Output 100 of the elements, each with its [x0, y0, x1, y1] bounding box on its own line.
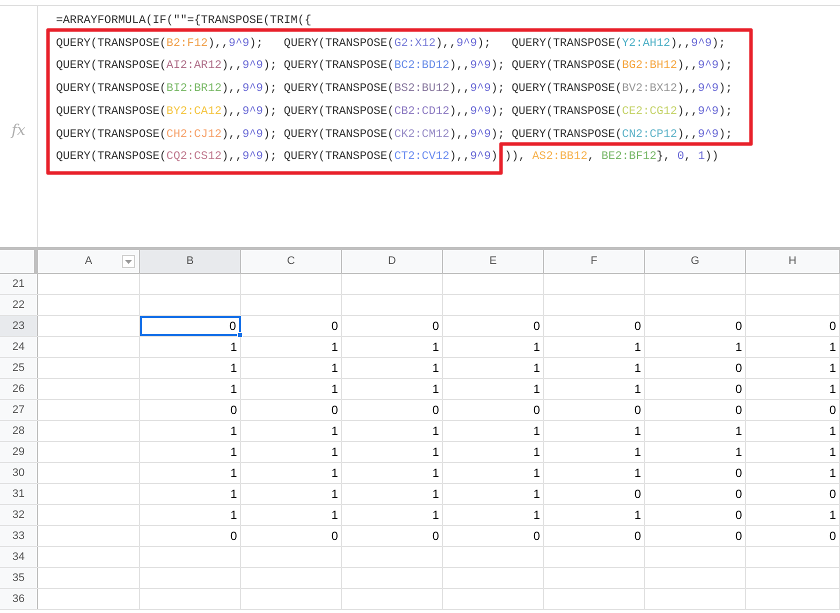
- table-cell[interactable]: 0: [645, 526, 746, 546]
- table-cell[interactable]: 1: [140, 505, 241, 525]
- row-header[interactable]: 24: [0, 337, 38, 357]
- table-cell[interactable]: 1: [645, 337, 746, 357]
- table-cell[interactable]: 1: [140, 379, 241, 399]
- table-cell[interactable]: 1: [342, 463, 443, 483]
- table-cell[interactable]: 1: [544, 505, 645, 525]
- row-header[interactable]: 32: [0, 505, 38, 525]
- table-cell[interactable]: 1: [241, 358, 342, 378]
- table-cell[interactable]: 0: [544, 526, 645, 546]
- table-cell[interactable]: 1: [241, 421, 342, 441]
- table-cell[interactable]: 1: [443, 358, 544, 378]
- table-cell[interactable]: 1: [342, 421, 443, 441]
- table-cell[interactable]: 0: [241, 526, 342, 546]
- row-header[interactable]: 25: [0, 358, 38, 378]
- table-cell[interactable]: 0: [140, 526, 241, 546]
- table-cell[interactable]: 0: [645, 379, 746, 399]
- table-cell[interactable]: 0: [544, 484, 645, 504]
- row-header[interactable]: 22: [0, 295, 38, 315]
- table-cell[interactable]: 0: [342, 316, 443, 336]
- table-cell[interactable]: 1: [140, 421, 241, 441]
- table-cell[interactable]: 0: [645, 400, 746, 420]
- table-cell[interactable]: 1: [544, 337, 645, 357]
- table-cell[interactable]: 1: [746, 505, 840, 525]
- table-cell[interactable]: 1: [544, 463, 645, 483]
- table-cell[interactable]: 1: [342, 505, 443, 525]
- table-cell[interactable]: 0: [746, 316, 840, 336]
- table-cell[interactable]: 1: [443, 379, 544, 399]
- table-cell[interactable]: 1: [241, 505, 342, 525]
- table-cell[interactable]: 0: [746, 400, 840, 420]
- table-cell[interactable]: 1: [443, 442, 544, 462]
- table-cell[interactable]: 1: [140, 463, 241, 483]
- row-header[interactable]: 27: [0, 400, 38, 420]
- row-header[interactable]: 29: [0, 442, 38, 462]
- fill-handle[interactable]: [237, 332, 243, 338]
- row-header[interactable]: 35: [0, 568, 38, 588]
- table-cell[interactable]: 1: [241, 379, 342, 399]
- table-cell[interactable]: 1: [746, 463, 840, 483]
- table-cell[interactable]: 1: [746, 442, 840, 462]
- row-header[interactable]: 30: [0, 463, 38, 483]
- table-cell[interactable]: 1: [544, 358, 645, 378]
- table-cell[interactable]: 1: [544, 379, 645, 399]
- table-cell[interactable]: 1: [443, 484, 544, 504]
- table-cell[interactable]: 1: [645, 442, 746, 462]
- table-cell[interactable]: 0: [746, 526, 840, 546]
- table-cell[interactable]: 1: [241, 442, 342, 462]
- table-cell[interactable]: 1: [746, 421, 840, 441]
- row-header[interactable]: 26: [0, 379, 38, 399]
- table-cell[interactable]: 1: [140, 442, 241, 462]
- table-cell[interactable]: 0: [140, 316, 241, 336]
- table-cell[interactable]: 1: [443, 421, 544, 441]
- table-cell[interactable]: 1: [746, 358, 840, 378]
- table-cell[interactable]: 1: [443, 337, 544, 357]
- table-cell[interactable]: 1: [241, 484, 342, 504]
- table-cell[interactable]: 1: [645, 421, 746, 441]
- row-header[interactable]: 31: [0, 484, 38, 504]
- table-cell[interactable]: 1: [544, 421, 645, 441]
- formula-line: QUERY(TRANSPOSE(CH2:CJ12),,9^9); QUERY(TRANSPOSE(CK2:CM12),,9^9); QUERY(TRANSPOSE(CN2:CP12),,9^9);: [56, 126, 732, 143]
- table-cell[interactable]: 0: [241, 316, 342, 336]
- table-cell[interactable]: 0: [443, 526, 544, 546]
- table-cell[interactable]: 0: [645, 484, 746, 504]
- dropdown-icon[interactable]: [122, 255, 135, 268]
- table-cell[interactable]: 0: [140, 400, 241, 420]
- row-header[interactable]: 34: [0, 547, 38, 567]
- row-header[interactable]: 28: [0, 421, 38, 441]
- table-cell[interactable]: 1: [241, 463, 342, 483]
- formula-line: QUERY(TRANSPOSE(CQ2:CS12),,9^9); QUERY(TRANSPOSE(CT2:CV12),,9^9) )), AS2:BB12, BE2:BF12}, 0, 1)): [56, 149, 719, 166]
- table-cell[interactable]: 0: [342, 400, 443, 420]
- table-cell[interactable]: 1: [342, 484, 443, 504]
- row-header[interactable]: 33: [0, 526, 38, 546]
- table-cell[interactable]: 0: [241, 400, 342, 420]
- table-cell[interactable]: 0: [544, 400, 645, 420]
- table-cell[interactable]: 1: [342, 379, 443, 399]
- table-cell[interactable]: 1: [140, 358, 241, 378]
- table-cell[interactable]: 1: [746, 337, 840, 357]
- table-cell[interactable]: 1: [342, 358, 443, 378]
- table-cell[interactable]: 1: [746, 379, 840, 399]
- row-header[interactable]: 23: [0, 316, 38, 336]
- table-cell[interactable]: 0: [645, 505, 746, 525]
- table-cell[interactable]: 1: [241, 337, 342, 357]
- table-cell[interactable]: 1: [140, 337, 241, 357]
- table-cell[interactable]: 0: [342, 526, 443, 546]
- table-cell[interactable]: 0: [645, 316, 746, 336]
- table-cell[interactable]: 1: [443, 505, 544, 525]
- table-cell[interactable]: 1: [342, 337, 443, 357]
- table-cell[interactable]: 1: [544, 442, 645, 462]
- table-cell[interactable]: 0: [544, 316, 645, 336]
- table-cell[interactable]: 1: [342, 442, 443, 462]
- table-cell[interactable]: 1: [443, 463, 544, 483]
- table-cell[interactable]: 1: [140, 484, 241, 504]
- row-header[interactable]: 36: [0, 589, 38, 609]
- column-header[interactable]: B: [140, 250, 241, 273]
- table-cell[interactable]: 0: [443, 400, 544, 420]
- table-cell[interactable]: 0: [443, 316, 544, 336]
- row-header[interactable]: 21: [0, 274, 38, 294]
- formula-line: QUERY(TRANSPOSE(BI2:BR12),,9^9); QUERY(TRANSPOSE(BS2:BU12),,9^9); QUERY(TRANSPOSE(BV2:BX12),,9^9);: [56, 81, 732, 98]
- table-cell[interactable]: 0: [645, 358, 746, 378]
- table-cell[interactable]: 0: [645, 463, 746, 483]
- table-cell[interactable]: 0: [746, 484, 840, 504]
- formula-line: QUERY(TRANSPOSE(BY2:CA12),,9^9); QUERY(TRANSPOSE(CB2:CD12),,9^9); QUERY(TRANSPOSE(CE2:CG12),,9^9);: [56, 104, 732, 120]
